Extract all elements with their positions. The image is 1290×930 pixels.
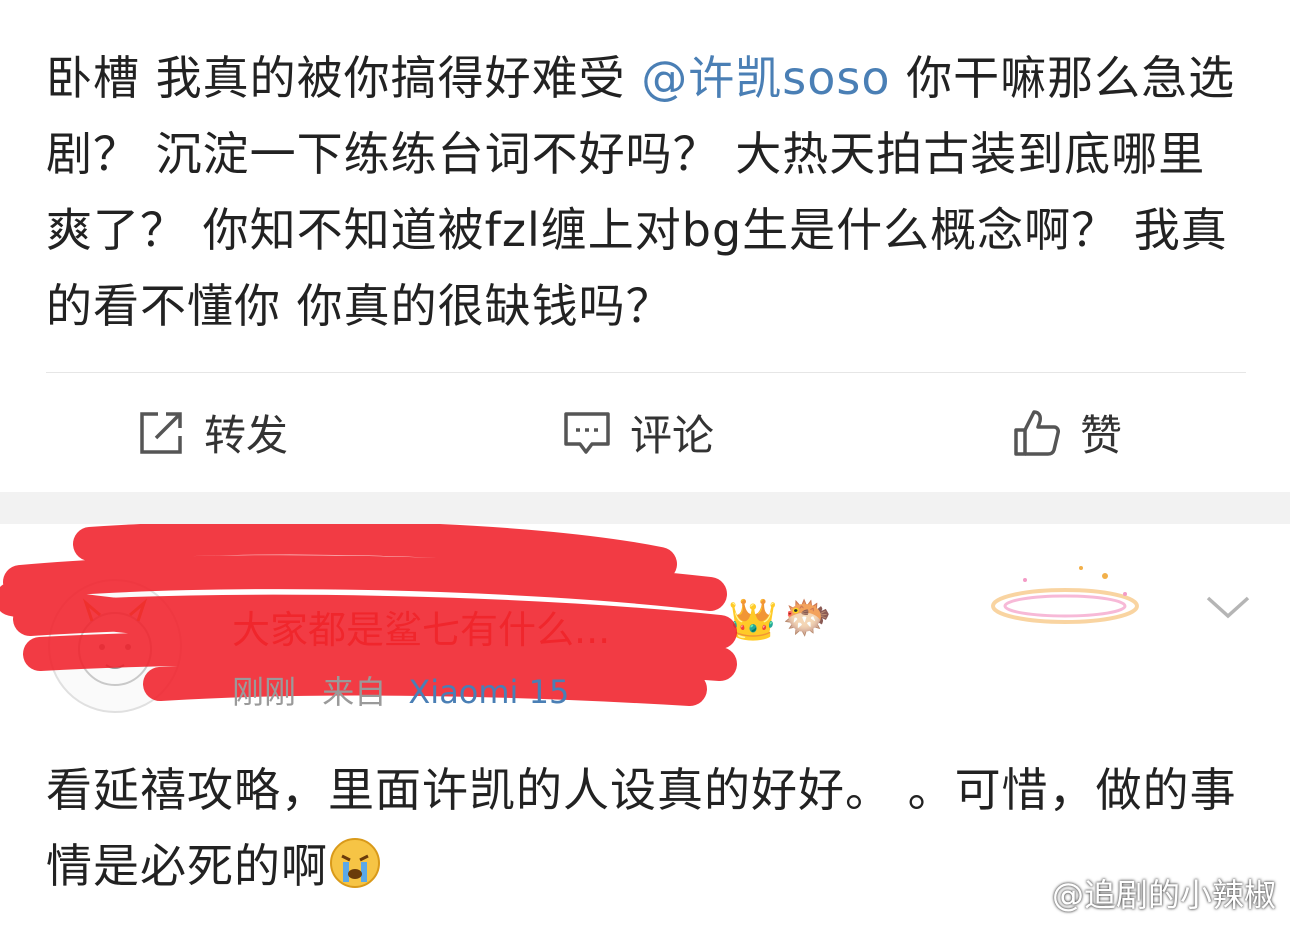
comment-meta: 刚刚 来自 Xiaomi 15 — [232, 667, 569, 713]
repost-label: 转发 — [204, 411, 289, 460]
comment-icon — [564, 411, 610, 454]
from-prefix: 来自 — [322, 673, 387, 711]
divider — [46, 372, 1246, 373]
mention-link[interactable]: @许凯soso — [641, 51, 890, 105]
like-button[interactable]: 赞 — [1012, 402, 1122, 463]
repost-button[interactable]: 转发 — [136, 402, 288, 463]
comment-button[interactable]: 评论 — [562, 402, 714, 463]
crying-emoji-icon — [330, 838, 380, 888]
like-label: 赞 — [1080, 411, 1123, 460]
thumbs-up-icon — [1014, 409, 1060, 456]
fish-badge-icon: 🐡 — [782, 595, 832, 641]
watermark-text: @追剧的小辣椒 — [1051, 876, 1276, 914]
device-source[interactable]: Xiaomi 15 — [408, 673, 569, 711]
chevron-down-icon[interactable] — [1200, 586, 1256, 626]
weibo-watermark: @追剧的小辣椒 — [1052, 870, 1276, 916]
sparkle-halo-icon — [991, 566, 1139, 624]
action-bar: 转发 评论 赞 — [0, 380, 1290, 490]
section-separator — [0, 492, 1290, 524]
comment-label: 评论 — [630, 411, 715, 460]
comment-time: 刚刚 — [232, 673, 297, 711]
post-text: 卧槽 我真的被你搞得好难受 @许凯soso 你干嘛那么急选剧？ 沉淀一下练练台词… — [46, 40, 1246, 344]
post-text-part1: 卧槽 我真的被你搞得好难受 — [46, 51, 642, 105]
repost-icon — [140, 411, 182, 454]
